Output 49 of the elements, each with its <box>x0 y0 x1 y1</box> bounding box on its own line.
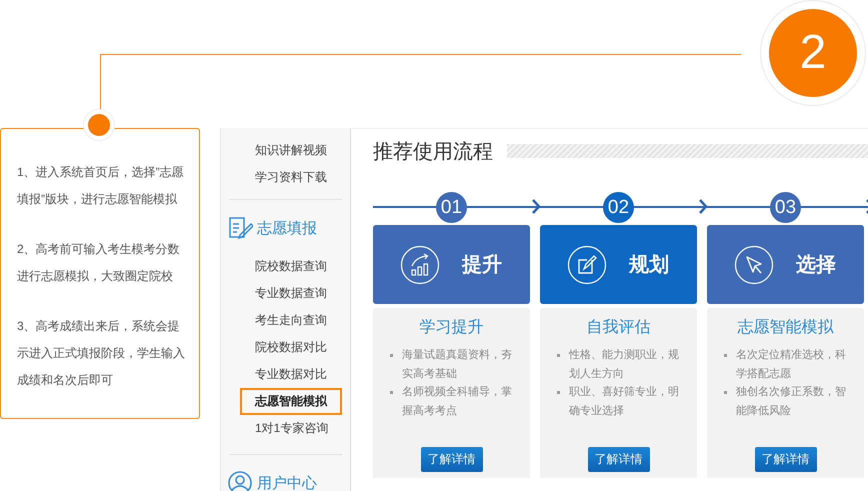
step-header[interactable]: 选择 <box>707 225 864 304</box>
step-badge: 2 <box>769 9 857 97</box>
bullet-icon <box>724 391 727 394</box>
sidebar-item[interactable]: 院校数据查询 <box>221 253 327 280</box>
step-header[interactable]: 提升 <box>373 225 530 304</box>
feature-text: 独创名次修正系数，智能降低风险 <box>736 384 847 419</box>
sidebar-item[interactable]: 1对1专家咨询 <box>221 415 328 442</box>
sidebar-item[interactable]: 专业数据查询 <box>221 280 327 307</box>
card-title: 志愿智能模拟 <box>738 318 834 338</box>
instruction-text: 1、进入系统首页后，选择”志愿填报”版块，进行志愿智能模拟 <box>17 164 185 208</box>
sidebar-item[interactable]: 志愿智能模拟 <box>240 388 342 415</box>
step-heading: 选择 <box>796 253 836 278</box>
note-pencil-icon <box>567 244 607 284</box>
feature-text: 名次定位精准选校，科学搭配志愿 <box>736 348 847 382</box>
bullet-icon <box>390 354 393 357</box>
sidebar-item[interactable]: 专业数据对比 <box>221 361 327 388</box>
user-icon <box>227 470 253 491</box>
details-button[interactable]: 了解详情 <box>754 447 816 472</box>
bullet-icon <box>557 354 560 357</box>
instruction-text: 3、高考成绩出来后，系统会提示进入正式填报阶段，学生输入成绩和名次后即可 <box>17 318 185 389</box>
details-button[interactable]: 了解详情 <box>420 447 482 472</box>
chevron-icon <box>532 199 540 214</box>
step-heading: 规划 <box>629 253 669 278</box>
step-number: 03 <box>770 192 801 222</box>
step-header[interactable]: 规划 <box>540 225 697 304</box>
form-pencil-icon <box>227 215 253 241</box>
feature-text: 海量试题真题资料，夯实高考基础 <box>402 348 513 382</box>
feature-text: 职业、喜好筛专业，明确专业选择 <box>569 385 680 419</box>
card-title: 自我评估 <box>586 318 650 338</box>
sidebar-link[interactable]: 学习资料下载 <box>221 164 327 191</box>
sidebar-item[interactable]: 考生走向查询 <box>221 307 327 334</box>
sidebar-item[interactable]: 院校数据对比 <box>221 334 327 361</box>
marker-dot <box>88 114 110 136</box>
details-button[interactable]: 了解详情 <box>588 447 650 472</box>
step-number: 02 <box>603 192 634 222</box>
feature-text: 性格、能力测职业，规划人生方向 <box>569 348 680 382</box>
feature-text: 名师视频全科辅导，掌握高考考点 <box>402 385 513 419</box>
chevron-icon <box>699 199 707 214</box>
instruction-text: 2、高考前可输入考生模考分数进行志愿模拟，大致圈定院校 <box>17 241 181 285</box>
bullet-icon <box>724 354 727 357</box>
bar-chart-icon <box>400 244 440 284</box>
cursor-icon <box>734 244 774 284</box>
step-number: 01 <box>436 192 467 222</box>
section-title: 推荐使用流程 <box>373 140 493 164</box>
card-title: 学习提升 <box>420 318 484 338</box>
sidebar-link[interactable]: 知识讲解视频 <box>221 137 327 164</box>
bullet-icon <box>390 391 393 394</box>
step-heading: 提升 <box>462 253 502 278</box>
bullet-icon <box>557 391 560 394</box>
